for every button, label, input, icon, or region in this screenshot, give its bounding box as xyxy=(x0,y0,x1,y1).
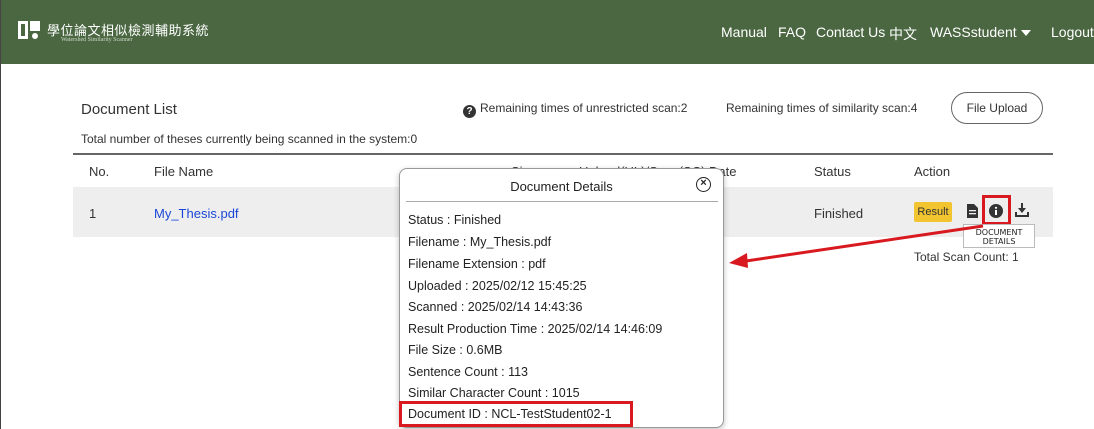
user-name: WASSstudent xyxy=(930,24,1017,40)
dialog-divider xyxy=(406,201,718,202)
nav-manual[interactable]: Manual xyxy=(721,24,767,40)
remaining-similarity: Remaining times of similarity scan:4 xyxy=(726,101,918,115)
download-icon[interactable] xyxy=(1015,203,1029,218)
logo-subtitle: Watershed Similarity Scanner xyxy=(61,37,133,43)
detail-filename: Filename : My_Thesis.pdf xyxy=(408,235,552,249)
document-details-dialog: Document Details × Status : Finished Fil… xyxy=(399,168,724,428)
result-button[interactable]: Result xyxy=(914,202,952,222)
document-icon[interactable] xyxy=(967,204,978,218)
chevron-down-icon xyxy=(1020,30,1031,37)
detail-uploaded: Uploaded : 2025/02/12 15:45:25 xyxy=(408,279,587,293)
system-scan-info: Total number of theses currently being s… xyxy=(81,132,418,146)
row-number: 1 xyxy=(89,206,97,221)
detail-extension: Filename Extension : pdf xyxy=(408,257,546,271)
detail-scanned: Scanned : 2025/02/14 14:43:36 xyxy=(408,300,583,314)
nav-logout[interactable]: Logout xyxy=(1051,24,1094,40)
close-icon[interactable]: × xyxy=(696,177,711,192)
row-status: Finished xyxy=(814,206,864,221)
nav-faq[interactable]: FAQ xyxy=(778,24,806,40)
column-header-status: Status xyxy=(814,164,851,179)
total-scan-count: Total Scan Count: 1 xyxy=(914,250,1019,264)
nav-contact[interactable]: Contact Us xyxy=(816,24,885,40)
table-divider xyxy=(73,153,1053,155)
document-id-highlight xyxy=(399,401,633,427)
dialog-title: Document Details xyxy=(510,179,613,194)
detail-file-size: File Size : 0.6MB xyxy=(408,343,503,357)
top-navbar: 學位論文相似檢測輔助系統 Watershed Similarity Scanne… xyxy=(1,0,1094,64)
detail-sentence-count: Sentence Count : 113 xyxy=(408,365,528,379)
nav-language[interactable]: 中文 xyxy=(889,24,917,44)
page-title: Document List xyxy=(81,101,177,118)
detail-result-time: Result Production Time : 2025/02/14 14:4… xyxy=(408,322,663,336)
logo-icon xyxy=(18,21,40,39)
help-icon[interactable]: ? xyxy=(463,105,476,118)
nav-user-menu[interactable]: WASSstudent xyxy=(930,24,1031,40)
detail-similar-count: Similar Character Count : 1015 xyxy=(408,386,580,400)
document-details-tooltip: DOCUMENT DETAILS xyxy=(963,224,1035,248)
column-header-action: Action xyxy=(914,164,951,179)
file-name-link[interactable]: My_Thesis.pdf xyxy=(154,206,239,221)
info-highlight xyxy=(982,195,1011,225)
remaining-unrestricted: ? Remaining times of unrestricted scan:2 xyxy=(463,101,687,118)
page-frame: 學位論文相似檢測輔助系統 Watershed Similarity Scanne… xyxy=(0,0,1094,429)
file-upload-button[interactable]: File Upload xyxy=(951,92,1043,124)
column-header-file-name: File Name xyxy=(154,164,214,179)
remaining-unrestricted-text: Remaining times of unrestricted scan:2 xyxy=(480,101,688,115)
column-header-no: No. xyxy=(89,164,110,179)
detail-status: Status : Finished xyxy=(408,213,502,227)
